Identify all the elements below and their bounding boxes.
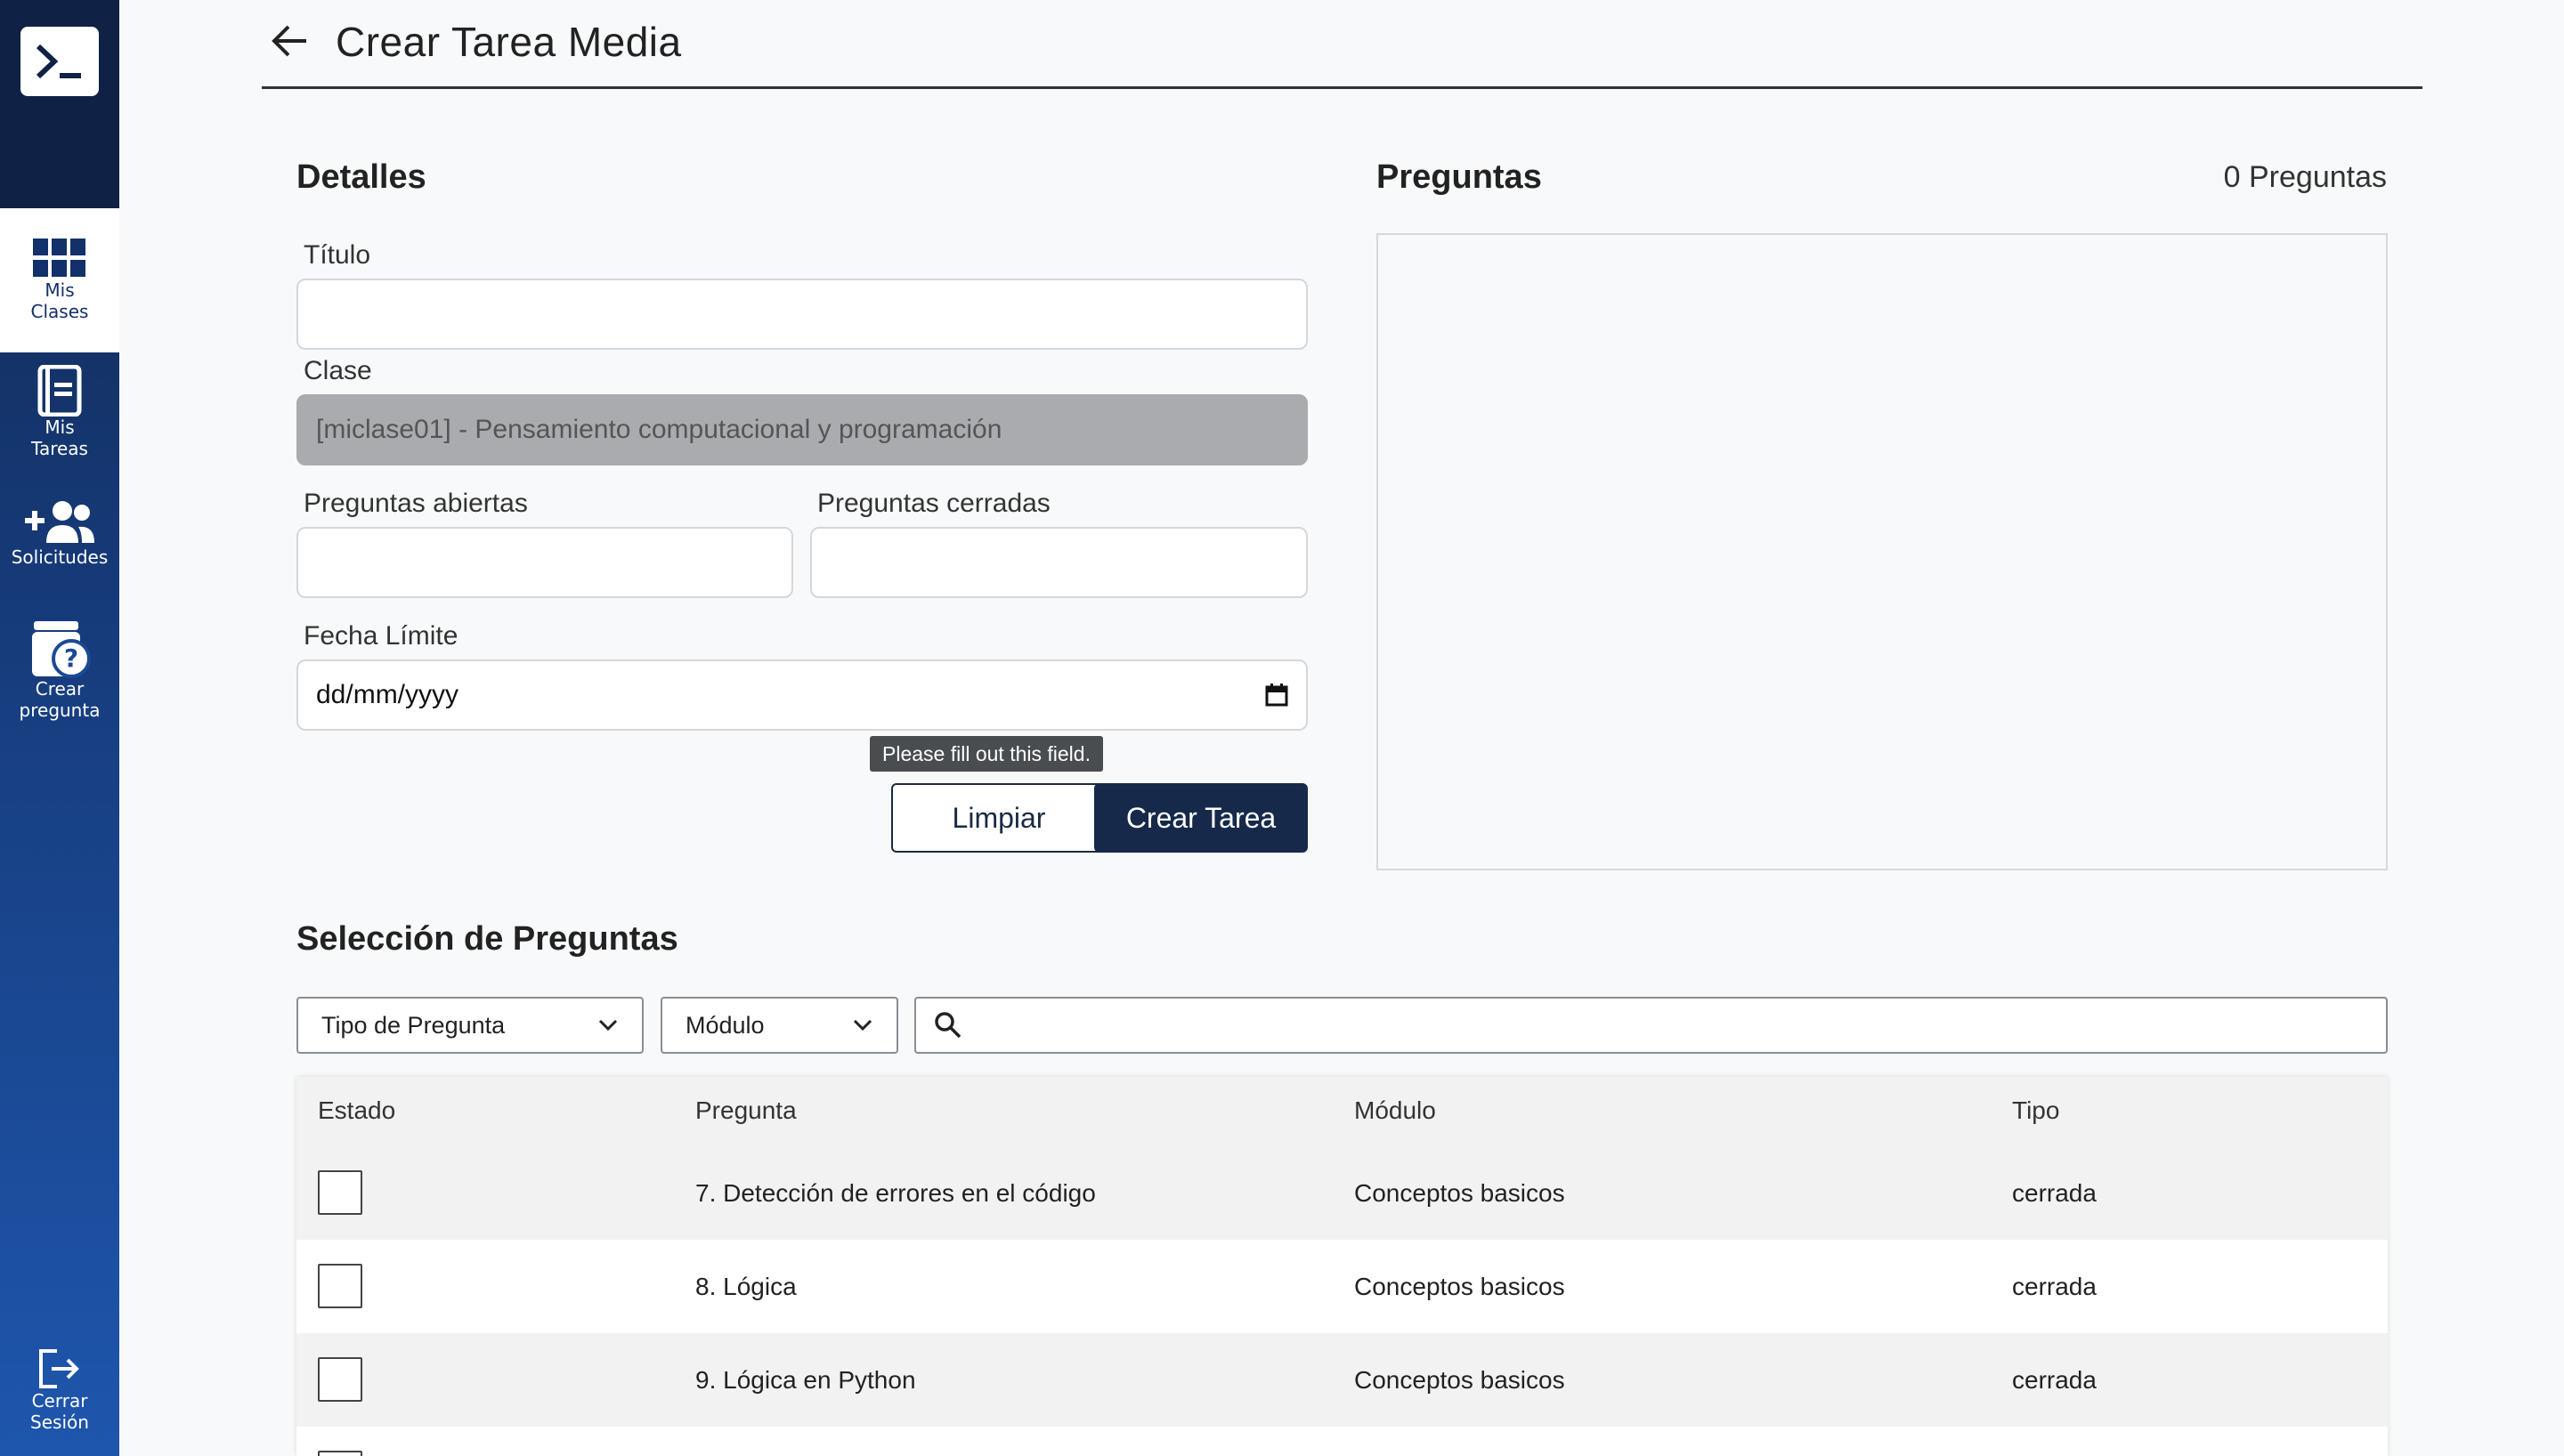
pregunta-cell: 7. Detección de errores en el código <box>695 1179 1096 1207</box>
page-title: Crear Tarea Media <box>336 19 682 65</box>
row-checkbox[interactable] <box>318 1451 362 1456</box>
titulo-input[interactable] <box>296 279 1308 350</box>
row-checkbox[interactable] <box>318 1170 362 1215</box>
terminal-logo-icon[interactable] <box>20 27 99 96</box>
row-checkbox[interactable] <box>318 1264 362 1308</box>
crear-tarea-button[interactable]: Crear Tarea <box>1094 783 1308 853</box>
sidebar-item-label: Sesión <box>30 1412 89 1433</box>
modulo-cell: Conceptos basicos <box>1354 1366 1565 1394</box>
preguntas-abiertas-label: Preguntas abiertas <box>304 489 528 518</box>
modulo-select[interactable]: Módulo <box>661 997 898 1054</box>
row-checkbox[interactable] <box>318 1357 362 1402</box>
sidebar-item-mis-clases[interactable]: Mis Clases <box>0 208 119 352</box>
validation-tooltip: Please fill out this field. <box>870 736 1103 772</box>
tipo-cell: cerrada <box>2012 1366 2097 1394</box>
calendar-icon[interactable] <box>1265 684 1288 707</box>
logout-button[interactable]: Cerrar Sesión <box>0 1347 119 1444</box>
fecha-limite-input[interactable]: dd/mm/yyyy <box>296 659 1308 731</box>
column-header-tipo[interactable]: Tipo <box>2012 1096 2059 1125</box>
chevron-down-icon <box>853 1019 872 1031</box>
date-placeholder: dd/mm/yyyy <box>316 680 459 709</box>
clase-input: [miclase01] - Pensamiento computacional … <box>296 394 1308 465</box>
sidebar-item-label: Cerrar <box>31 1390 88 1412</box>
sidebar-item-mis-tareas[interactable]: Mis Tareas <box>0 365 119 472</box>
notebook-icon <box>37 365 82 417</box>
preguntas-count: 0 Preguntas <box>2223 160 2387 194</box>
search-input[interactable] <box>914 997 2388 1054</box>
preguntas-cerradas-input[interactable] <box>810 527 1308 598</box>
preguntas-title: Preguntas <box>1376 158 1542 196</box>
table-row[interactable]: 9. Lógica en Python Conceptos basicos ce… <box>296 1333 2388 1427</box>
tipo-pregunta-select[interactable]: Tipo de Pregunta <box>296 997 644 1054</box>
sidebar-item-label: pregunta <box>19 700 101 721</box>
sidebar-item-label: Solicitudes <box>11 546 109 568</box>
sidebar: Mis Clases Mis Tareas Solicitudes ? Crea… <box>0 0 119 1456</box>
column-header-modulo[interactable]: Módulo <box>1354 1096 1436 1125</box>
sidebar-item-label: Mis <box>45 417 75 438</box>
table-row[interactable]: 7. Detección de errores en el código Con… <box>296 1146 2388 1240</box>
table-header: Estado Pregunta Módulo Tipo <box>296 1077 2388 1146</box>
back-arrow-icon[interactable] <box>271 23 310 62</box>
column-header-pregunta[interactable]: Pregunta <box>695 1096 797 1125</box>
table-row[interactable]: 8. Lógica Conceptos basicos cerrada <box>296 1240 2388 1333</box>
grid-icon <box>33 239 85 277</box>
modulo-cell: Conceptos basicos <box>1354 1179 1565 1207</box>
preguntas-abiertas-input[interactable] <box>296 527 793 598</box>
table-row[interactable] <box>296 1427 2388 1456</box>
sidebar-item-label: Tareas <box>31 438 88 459</box>
seleccion-title: Selección de Preguntas <box>296 920 678 958</box>
fecha-limite-label: Fecha Límite <box>304 621 458 651</box>
search-icon <box>935 1012 961 1039</box>
limpiar-button[interactable]: Limpiar <box>891 783 1107 853</box>
pregunta-cell: 9. Lógica en Python <box>695 1366 916 1394</box>
modulo-value: Módulo <box>686 1011 765 1039</box>
tipo-cell: cerrada <box>2012 1179 2097 1207</box>
add-users-icon <box>25 501 94 543</box>
column-header-estado[interactable]: Estado <box>318 1096 395 1125</box>
preguntas-table: Estado Pregunta Módulo Tipo 7. Detección… <box>296 1077 2388 1456</box>
sidebar-item-solicitudes[interactable]: Solicitudes <box>0 498 119 583</box>
tipo-cell: cerrada <box>2012 1273 2097 1300</box>
clase-label: Clase <box>304 356 372 385</box>
pregunta-cell: 8. Lógica <box>695 1273 797 1300</box>
preguntas-list <box>1376 233 2388 870</box>
svg-text:?: ? <box>64 643 78 673</box>
tipo-pregunta-value: Tipo de Pregunta <box>321 1011 506 1039</box>
details-title: Detalles <box>296 158 426 196</box>
sidebar-item-label: Mis <box>45 279 75 301</box>
preguntas-cerradas-label: Preguntas cerradas <box>817 489 1051 518</box>
question-box-icon: ? <box>32 621 91 678</box>
modulo-cell: Conceptos basicos <box>1354 1273 1565 1300</box>
header-divider <box>262 86 2422 89</box>
sidebar-item-label: Crear <box>35 678 85 700</box>
sidebar-item-crear-pregunta[interactable]: ? Crear pregunta <box>0 619 119 731</box>
titulo-label: Título <box>304 240 371 270</box>
sidebar-item-label: Clases <box>30 301 89 322</box>
chevron-down-icon <box>598 1019 618 1031</box>
logout-icon <box>39 1349 79 1388</box>
